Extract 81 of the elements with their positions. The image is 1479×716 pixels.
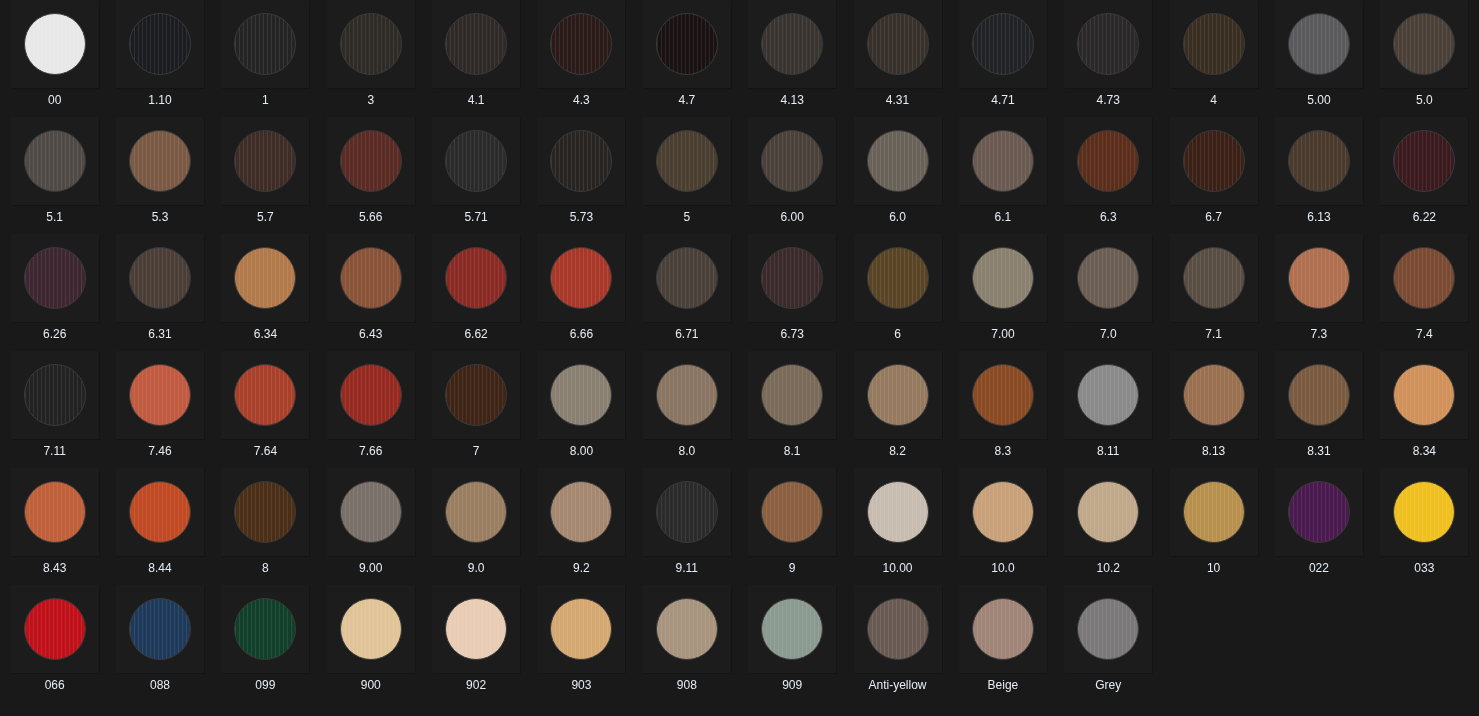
file-name: 033 — [1414, 560, 1435, 576]
file-name: 9.00 — [359, 560, 383, 576]
file-name: 5.00 — [1307, 92, 1331, 108]
file-name: 4.7 — [678, 92, 696, 108]
file-name: 5.71 — [464, 209, 488, 225]
file-name: 4.31 — [885, 92, 910, 108]
file-name: 6.62 — [464, 326, 488, 342]
file-name: Beige — [987, 677, 1019, 693]
file-name: 8.13 — [1201, 443, 1226, 459]
file-name: 6.43 — [359, 326, 383, 342]
file-name: 00 — [48, 92, 62, 108]
file-name: 7.4 — [1415, 326, 1433, 342]
file-name: 6.3 — [1099, 209, 1117, 225]
file-name: 6.73 — [780, 326, 804, 342]
file-name: 4.1 — [467, 92, 485, 108]
file-name: 088 — [150, 677, 171, 693]
file-name: 8.1 — [783, 443, 801, 459]
file-name: 6.0 — [889, 209, 906, 225]
file-name: 6.34 — [253, 326, 278, 342]
file-name: 9 — [788, 560, 796, 576]
file-name: 8.44 — [148, 560, 172, 576]
file-name: 5 — [683, 209, 691, 225]
file-name: 7.00 — [991, 326, 1015, 342]
file-name: 5.1 — [46, 209, 63, 225]
file-name: 10.00 — [882, 560, 913, 576]
file-name: 6.13 — [1307, 209, 1331, 225]
file-name: 908 — [676, 677, 697, 693]
file-name: 6.1 — [994, 209, 1012, 225]
file-name: 5.3 — [151, 209, 169, 225]
file-name: 6.22 — [1412, 209, 1436, 225]
file-name: 4.13 — [780, 92, 804, 108]
file-name: 6 — [894, 326, 901, 342]
file-name: 900 — [360, 677, 381, 693]
file-name: 7.0 — [1099, 326, 1117, 342]
file-name: 6.31 — [148, 326, 172, 342]
file-name: 10.0 — [991, 560, 1015, 576]
file-name: Anti-yellow — [868, 677, 927, 693]
file-name: 099 — [255, 677, 276, 693]
file-name: 9.0 — [467, 560, 485, 576]
file-name: 8.00 — [569, 443, 594, 459]
file-name: 7.1 — [1205, 326, 1222, 342]
file-name: 6.71 — [675, 326, 699, 342]
file-name: 1.10 — [148, 92, 172, 108]
file-name: 022 — [1308, 560, 1329, 576]
file-name: 4.71 — [991, 92, 1015, 108]
file-name: 7 — [472, 443, 480, 459]
file-name: 8 — [262, 560, 269, 576]
file-name: 8.2 — [889, 443, 906, 459]
file-name: 6.26 — [43, 326, 67, 342]
file-name: 9.11 — [675, 560, 699, 576]
file-name: 1 — [262, 92, 269, 108]
file-name: 8.0 — [678, 443, 696, 459]
file-name: 5.7 — [257, 209, 274, 225]
file-name: 6.7 — [1205, 209, 1222, 225]
file-name: 5.0 — [1415, 92, 1433, 108]
file-name: Grey — [1095, 677, 1122, 693]
file-name: 5.66 — [359, 209, 383, 225]
file-name: 902 — [466, 677, 487, 693]
file-name: 7.66 — [359, 443, 383, 459]
file-name: 6.00 — [780, 209, 804, 225]
file-name: 8.11 — [1097, 443, 1120, 459]
file-name: 4.73 — [1096, 92, 1120, 108]
file-name: 7.64 — [253, 443, 278, 459]
file-name: 10.2 — [1096, 560, 1120, 576]
file-name: 909 — [782, 677, 803, 693]
file-name: 6.66 — [569, 326, 594, 342]
file-name: 8.31 — [1307, 443, 1331, 459]
file-name: 4.3 — [573, 92, 590, 108]
file-name: 8.34 — [1412, 443, 1436, 459]
file-name: 4 — [1210, 92, 1217, 108]
file-name: 3 — [367, 92, 375, 108]
file-name: 9.2 — [573, 560, 590, 576]
file-name: 5.73 — [569, 209, 594, 225]
file-name: 7.3 — [1310, 326, 1328, 342]
file-name: 066 — [44, 677, 65, 693]
file-name: 903 — [571, 677, 592, 693]
file-name: 8.43 — [43, 560, 67, 576]
file-name: 7.46 — [148, 443, 172, 459]
file-name: 7.11 — [43, 443, 66, 459]
file-name: 8.3 — [994, 443, 1012, 459]
file-name: 10 — [1206, 560, 1221, 576]
